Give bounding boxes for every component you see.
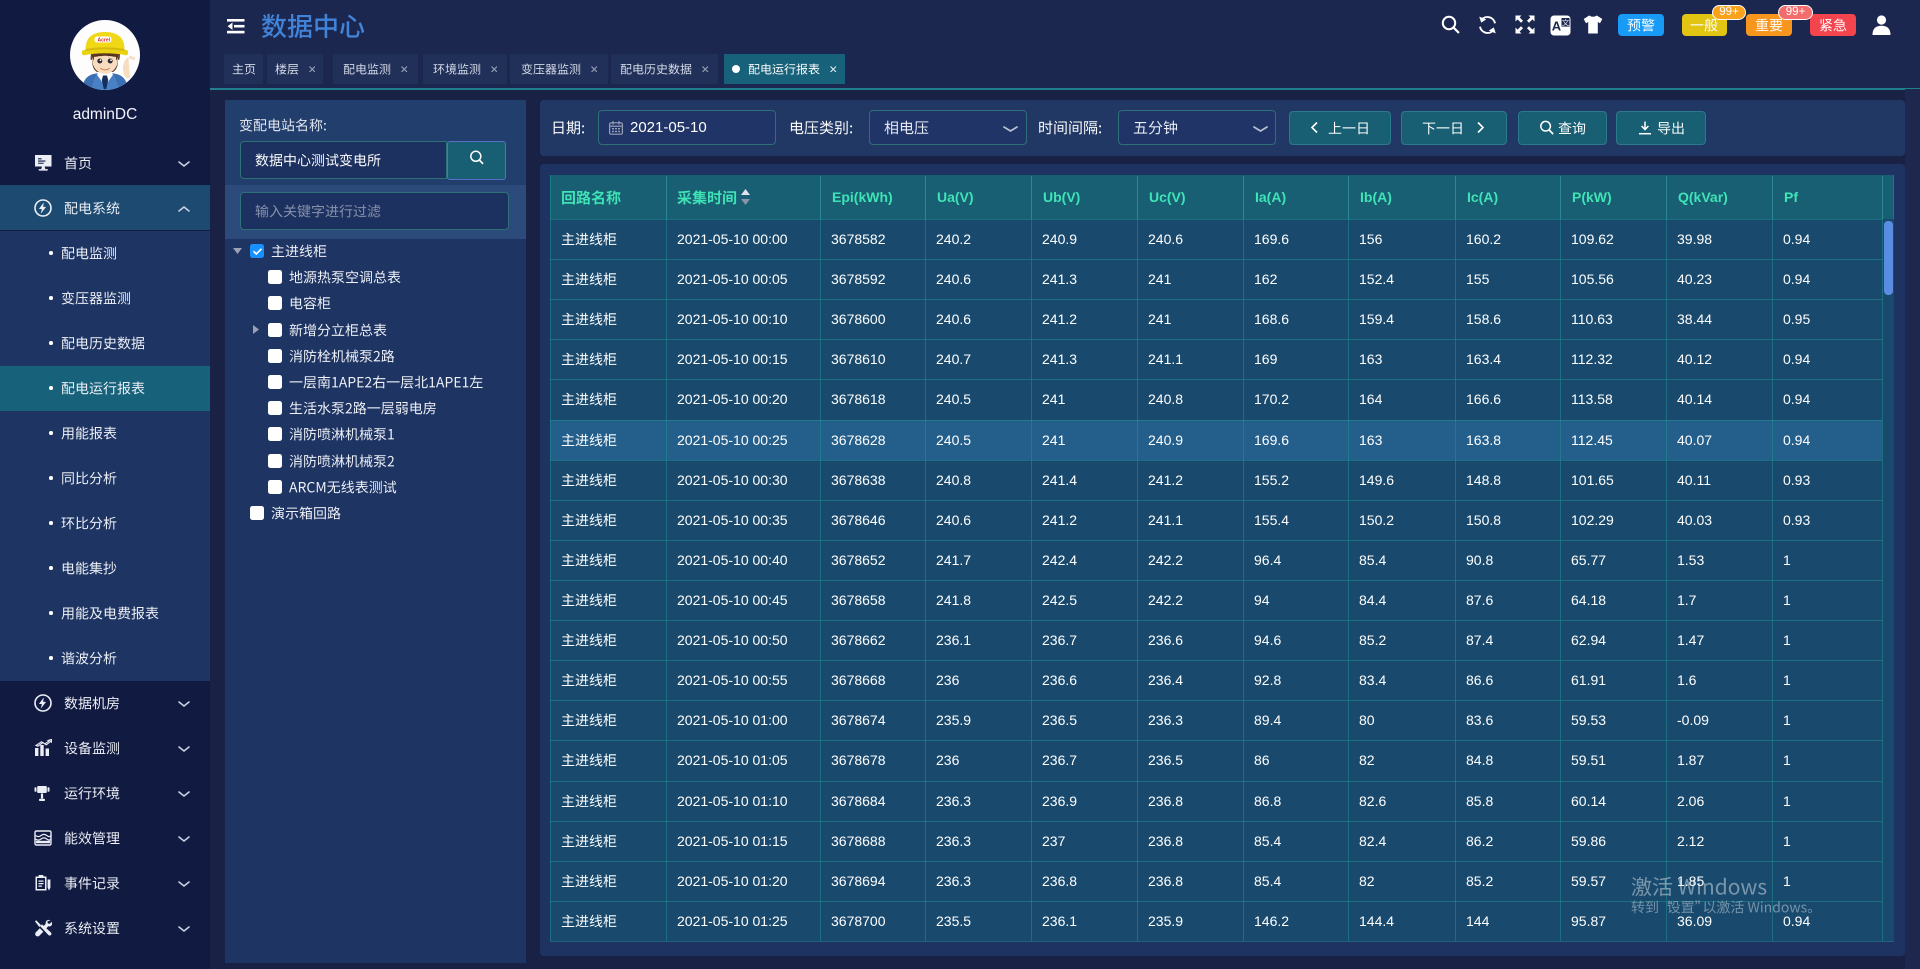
svg-text:A: A — [1552, 18, 1562, 33]
svg-text:Acrel: Acrel — [98, 38, 111, 44]
